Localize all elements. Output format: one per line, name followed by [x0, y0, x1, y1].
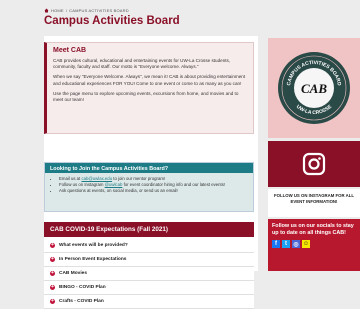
- social-icons: f t ◎ ☺: [272, 240, 356, 248]
- expand-plus-icon: +: [50, 242, 55, 248]
- breadcrumb: HOME / CAMPUS ACTIVITIES BOARD: [44, 8, 180, 13]
- facebook-icon[interactable]: f: [272, 240, 280, 248]
- breadcrumb-home[interactable]: HOME: [51, 8, 64, 13]
- join-item-email-pre: Email us at: [59, 176, 82, 181]
- socials-text: Follow us on our socials to stay up to d…: [272, 223, 354, 236]
- accordion-item-label: Crafts - COVID Plan: [59, 299, 104, 304]
- instagram-handle-link[interactable]: @uwlcab: [105, 182, 123, 187]
- accordion-item-label: In Person Event Expectations: [59, 257, 127, 262]
- meet-cab-heading: Meet CAB: [53, 47, 87, 54]
- meet-cab-paragraph-2: When we say "Everyone Welcome. Always", …: [53, 74, 246, 86]
- meet-cab-callout: Meet CAB CAB provides cultural, educatio…: [44, 42, 254, 134]
- logo-center-text: CAB: [301, 81, 327, 96]
- covid-expectations-heading: CAB COVID-19 Expectations (Fall 2021): [44, 222, 254, 237]
- join-cab-heading: Looking to Join the Campus Activities Bo…: [45, 163, 253, 173]
- accordion-item-events-provided[interactable]: + What events will be provided?: [44, 239, 254, 253]
- sidebar: CAMPUS ACTIVITIES BOARD UW-LA CROSSE CAB…: [268, 38, 360, 271]
- accordion-item-crafts-covid-plan[interactable]: + Crafts - COVID Plan: [44, 295, 254, 309]
- instagram-panel[interactable]: [268, 141, 360, 187]
- accordion-item-label: CAB Movies: [59, 271, 87, 276]
- accordion-item-cab-movies[interactable]: + CAB Movies: [44, 267, 254, 281]
- follow-instagram-text: FOLLOW US ON INSTAGRAM FOR ALL EVENT INF…: [268, 189, 360, 217]
- page: HOME / CAMPUS ACTIVITIES BOARD Campus Ac…: [0, 0, 360, 309]
- meet-cab-paragraph-3: Use the page menu to explore upcoming ev…: [53, 90, 239, 103]
- accordion-item-bingo-covid-plan[interactable]: + BINGO - COVID Plan: [44, 281, 254, 295]
- instagram-small-icon[interactable]: ◎: [292, 240, 300, 248]
- join-item-instagram-post: for event coordinator hiring info and ou…: [122, 182, 226, 188]
- twitter-icon[interactable]: t: [282, 240, 290, 248]
- home-icon[interactable]: [44, 8, 49, 13]
- join-cab-list: Email us at cab@uwlax.edu to join our me…: [45, 176, 253, 195]
- accordion-item-in-person-expectations[interactable]: + In Person Event Expectations: [44, 253, 254, 267]
- cab-logo-panel: CAMPUS ACTIVITIES BOARD UW-LA CROSSE CAB: [268, 38, 360, 138]
- email-link[interactable]: cab@uwlax.edu: [81, 176, 112, 181]
- join-item-questions: Ask questions at events, on social media…: [59, 188, 253, 194]
- accordion-item-label: BINGO - COVID Plan: [59, 285, 106, 290]
- accordion-item-label: What events will be provided?: [59, 243, 128, 248]
- socials-panel: Follow us on our socials to stay up to d…: [268, 219, 360, 271]
- main-content: Meet CAB CAB provides cultural, educatio…: [44, 36, 258, 309]
- cab-logo: CAMPUS ACTIVITIES BOARD UW-LA CROSSE CAB: [278, 52, 350, 124]
- expand-plus-icon: +: [50, 284, 55, 290]
- page-title: Campus Activities Board: [44, 15, 180, 27]
- instagram-icon: [302, 152, 326, 176]
- snapchat-icon[interactable]: ☺: [302, 240, 310, 248]
- expand-plus-icon: +: [50, 270, 55, 276]
- join-item-email-post: to join our mentor program!: [112, 176, 166, 181]
- page-header: HOME / CAMPUS ACTIVITIES BOARD Campus Ac…: [44, 8, 180, 27]
- expand-plus-icon: +: [50, 256, 55, 262]
- join-cab-box: Looking to Join the Campus Activities Bo…: [44, 162, 254, 212]
- meet-cab-paragraph-1: CAB provides cultural, educational and e…: [53, 58, 231, 70]
- expand-plus-icon: +: [50, 298, 55, 304]
- join-item-instagram-pre: Follow us on Instagram: [59, 182, 105, 188]
- breadcrumb-separator: /: [65, 8, 68, 13]
- breadcrumb-current: CAMPUS ACTIVITIES BOARD: [69, 8, 129, 13]
